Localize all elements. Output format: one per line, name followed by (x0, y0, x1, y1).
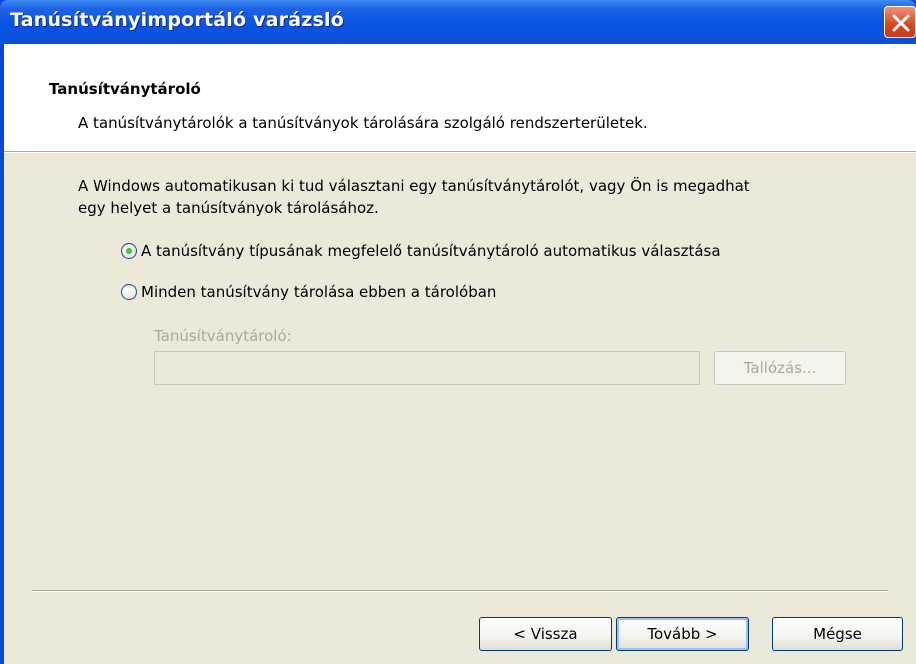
option-auto-store-label[interactable]: A tanúsítvány típusának megfelelő tanúsí… (141, 242, 721, 260)
dialog-body: Tanúsítványtároló A tanúsítványtárolók a… (4, 44, 916, 664)
page-title: Tanúsítványtároló (49, 80, 201, 98)
option-manual-store[interactable]: Minden tanúsítvány tárolása ebben a táro… (121, 283, 496, 301)
next-button[interactable]: Tovább > (616, 617, 749, 651)
option-auto-store[interactable]: A tanúsítvány típusának megfelelő tanúsí… (121, 242, 721, 260)
wizard-header: Tanúsítványtároló A tanúsítványtárolók a… (4, 44, 916, 151)
header-divider (4, 151, 916, 153)
cancel-button[interactable]: Mégse (772, 617, 903, 651)
store-input (154, 351, 700, 385)
store-field-label: Tanúsítványtároló: (154, 327, 292, 345)
radio-button-checked[interactable] (121, 243, 137, 259)
back-button[interactable]: < Vissza (479, 617, 612, 651)
browse-button: Tallózás... (714, 351, 846, 385)
close-button[interactable] (884, 6, 916, 38)
close-icon (892, 14, 910, 32)
option-manual-store-label[interactable]: Minden tanúsítvány tárolása ebben a táro… (141, 283, 496, 301)
intro-text: A Windows automatikusan ki tud választan… (78, 177, 750, 217)
page-subtitle: A tanúsítványtárolók a tanúsítványok tár… (78, 114, 648, 132)
window-title: Tanúsítványimportáló varázsló (10, 9, 344, 31)
radio-button-unchecked[interactable] (121, 284, 137, 300)
title-bar[interactable]: Tanúsítványimportáló varázsló (0, 0, 916, 44)
wizard-window: Tanúsítványimportáló varázsló Tanúsítván… (0, 0, 916, 664)
footer-divider (32, 590, 888, 592)
